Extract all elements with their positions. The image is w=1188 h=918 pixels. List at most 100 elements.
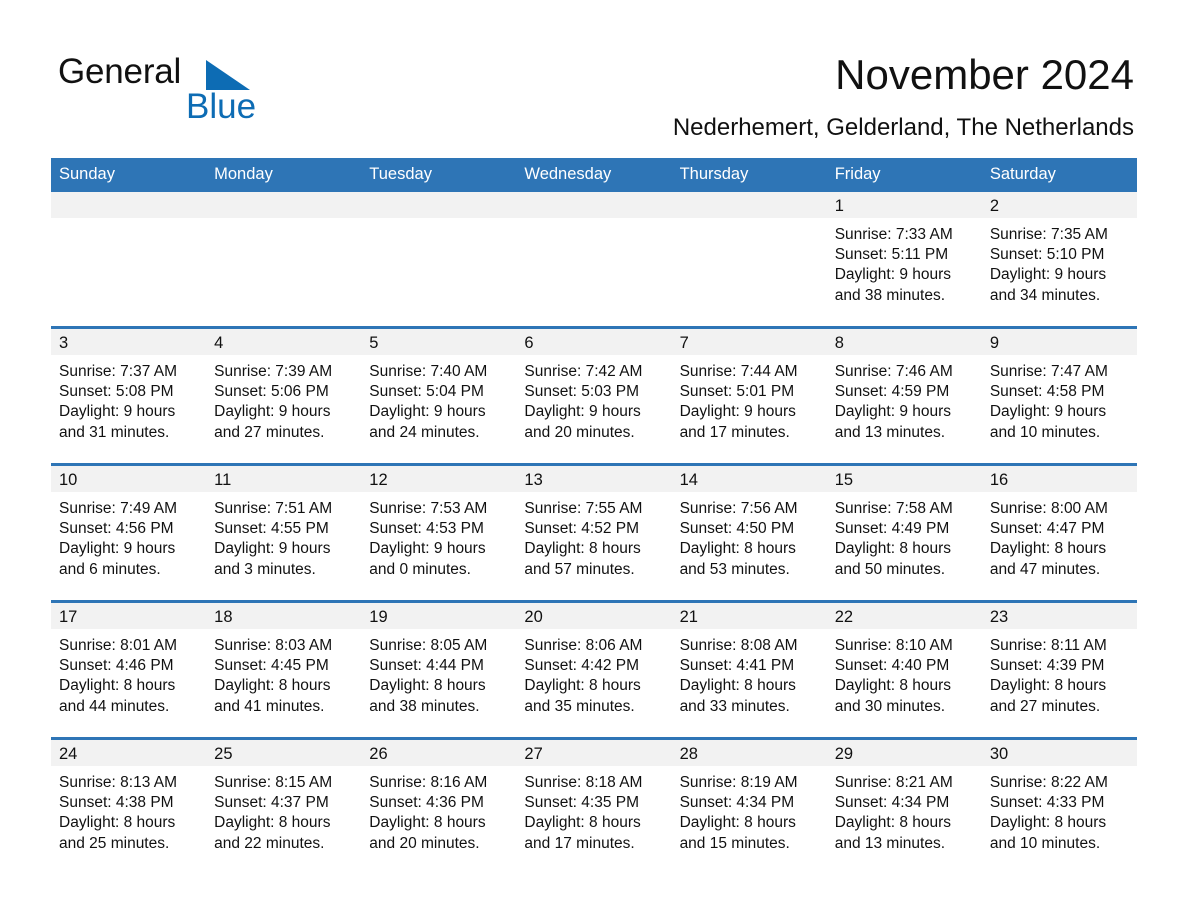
day-cell[interactable]: [51, 192, 207, 328]
sunrise-text: Sunrise: 7:33 AM: [834, 226, 953, 243]
day-number: 13: [516, 466, 672, 492]
day-cell[interactable]: 19 Sunrise: 8:05 AM Sunset: 4:44 PM Dayl…: [361, 600, 517, 739]
sunset-text: Sunset: 4:34 PM: [834, 794, 950, 812]
day-cell[interactable]: 9 Sunrise: 7:47 AM Sunset: 4:58 PM Dayli…: [981, 326, 1137, 465]
day-cell[interactable]: 28 Sunrise: 8:19 AM Sunset: 4:34 PM Dayl…: [671, 737, 827, 858]
day-number: 20: [516, 603, 672, 629]
day-cell[interactable]: 1 Sunrise: 7:33 AM Sunset: 5:11 PM Dayli…: [826, 192, 982, 328]
day-cell[interactable]: 18 Sunrise: 8:03 AM Sunset: 4:45 PM Dayl…: [206, 600, 362, 739]
daylight-text-line1: Daylight: 8 hours: [524, 814, 641, 832]
sunrise-text: Sunrise: 8:10 AM: [834, 637, 953, 654]
weekday-header-friday: Friday: [826, 158, 982, 192]
day-number: 10: [51, 466, 207, 492]
day-cell[interactable]: 26 Sunrise: 8:16 AM Sunset: 4:36 PM Dayl…: [361, 737, 517, 858]
day-number: 29: [826, 740, 982, 766]
day-cell[interactable]: 13 Sunrise: 7:55 AM Sunset: 4:52 PM Dayl…: [516, 463, 672, 602]
weekday-header-monday: Monday: [206, 158, 362, 192]
calendar-body: 1 Sunrise: 7:33 AM Sunset: 5:11 PM Dayli…: [51, 192, 1137, 858]
day-number: 12: [361, 466, 517, 492]
day-cell[interactable]: 27 Sunrise: 8:18 AM Sunset: 4:35 PM Dayl…: [516, 737, 672, 858]
sunset-text: Sunset: 4:41 PM: [679, 657, 795, 675]
weekday-header-thursday: Thursday: [671, 158, 827, 192]
day-cell[interactable]: 12 Sunrise: 7:53 AM Sunset: 4:53 PM Dayl…: [361, 463, 517, 602]
daylight-text-line1: Daylight: 8 hours: [679, 814, 796, 832]
sunrise-text: Sunrise: 8:18 AM: [524, 774, 643, 791]
day-number: 1: [826, 192, 982, 218]
daylight-text-line1: Daylight: 9 hours: [59, 403, 176, 421]
page-header: General Blue November 2024 Nederhemert, …: [0, 0, 1188, 150]
day-number: 26: [361, 740, 517, 766]
day-cell[interactable]: [516, 192, 672, 328]
day-number: 25: [206, 740, 362, 766]
daylight-text-line2: and 20 minutes.: [524, 423, 635, 441]
day-cell[interactable]: 10 Sunrise: 7:49 AM Sunset: 4:56 PM Dayl…: [51, 463, 207, 602]
sunset-text: Sunset: 5:10 PM: [989, 246, 1105, 264]
day-cell[interactable]: 11 Sunrise: 7:51 AM Sunset: 4:55 PM Dayl…: [206, 463, 362, 602]
daylight-text-line2: and 31 minutes.: [59, 423, 170, 441]
day-number: 16: [981, 466, 1137, 492]
daylight-text-line2: and 30 minutes.: [834, 697, 945, 715]
daylight-text-line2: and 41 minutes.: [214, 697, 325, 715]
daylight-text-line1: Daylight: 9 hours: [59, 540, 176, 558]
daylight-text-line2: and 35 minutes.: [524, 697, 635, 715]
day-cell[interactable]: 23 Sunrise: 8:11 AM Sunset: 4:39 PM Dayl…: [981, 600, 1137, 739]
day-cell[interactable]: 20 Sunrise: 8:06 AM Sunset: 4:42 PM Dayl…: [516, 600, 672, 739]
day-cell[interactable]: 22 Sunrise: 8:10 AM Sunset: 4:40 PM Dayl…: [826, 600, 982, 739]
day-cell[interactable]: 5 Sunrise: 7:40 AM Sunset: 5:04 PM Dayli…: [361, 326, 517, 465]
day-number: [206, 192, 362, 218]
day-cell[interactable]: 21 Sunrise: 8:08 AM Sunset: 4:41 PM Dayl…: [671, 600, 827, 739]
sunset-text: Sunset: 4:37 PM: [214, 794, 329, 812]
weekday-header-wednesday: Wednesday: [516, 158, 672, 192]
day-cell[interactable]: 16 Sunrise: 8:00 AM Sunset: 4:47 PM Dayl…: [981, 463, 1137, 602]
daylight-text-line2: and 17 minutes.: [524, 834, 635, 852]
day-cell[interactable]: 6 Sunrise: 7:42 AM Sunset: 5:03 PM Dayli…: [516, 326, 672, 465]
sunrise-text: Sunrise: 7:35 AM: [989, 226, 1108, 243]
day-cell[interactable]: 8 Sunrise: 7:46 AM Sunset: 4:59 PM Dayli…: [826, 326, 982, 465]
daylight-text-line2: and 50 minutes.: [834, 560, 945, 578]
sunrise-text: Sunrise: 8:13 AM: [59, 774, 178, 791]
calendar-week-row: 3 Sunrise: 7:37 AM Sunset: 5:08 PM Dayli…: [51, 326, 1137, 465]
day-cell[interactable]: 29 Sunrise: 8:21 AM Sunset: 4:34 PM Dayl…: [826, 737, 982, 858]
daylight-text-line1: Daylight: 9 hours: [834, 266, 952, 284]
sunset-text: Sunset: 4:38 PM: [59, 794, 174, 812]
sunrise-text: Sunrise: 8:05 AM: [369, 637, 488, 654]
daylight-text-line1: Daylight: 9 hours: [989, 403, 1107, 421]
daylight-text-line1: Daylight: 9 hours: [369, 540, 486, 558]
sunset-text: Sunset: 4:53 PM: [369, 520, 484, 538]
day-cell[interactable]: 15 Sunrise: 7:58 AM Sunset: 4:49 PM Dayl…: [826, 463, 982, 602]
calendar-week-row: 17 Sunrise: 8:01 AM Sunset: 4:46 PM Dayl…: [51, 600, 1137, 739]
sunset-text: Sunset: 5:08 PM: [59, 383, 174, 401]
weekday-header-saturday: Saturday: [981, 158, 1137, 192]
day-cell[interactable]: 4 Sunrise: 7:39 AM Sunset: 5:06 PM Dayli…: [206, 326, 362, 465]
day-cell[interactable]: [206, 192, 362, 328]
daylight-text-line1: Daylight: 8 hours: [834, 814, 952, 832]
daylight-text-line2: and 34 minutes.: [989, 286, 1101, 304]
daylight-text-line2: and 15 minutes.: [679, 834, 790, 852]
day-cell[interactable]: 25 Sunrise: 8:15 AM Sunset: 4:37 PM Dayl…: [206, 737, 362, 858]
daylight-text-line1: Daylight: 9 hours: [524, 403, 641, 421]
sunrise-text: Sunrise: 7:47 AM: [989, 363, 1108, 380]
day-cell[interactable]: 17 Sunrise: 8:01 AM Sunset: 4:46 PM Dayl…: [51, 600, 207, 739]
sunrise-text: Sunrise: 7:40 AM: [369, 363, 488, 380]
day-cell[interactable]: 14 Sunrise: 7:56 AM Sunset: 4:50 PM Dayl…: [671, 463, 827, 602]
sunset-text: Sunset: 4:50 PM: [679, 520, 795, 538]
day-cell[interactable]: 2 Sunrise: 7:35 AM Sunset: 5:10 PM Dayli…: [981, 192, 1137, 328]
day-cell[interactable]: [671, 192, 827, 328]
day-cell[interactable]: 7 Sunrise: 7:44 AM Sunset: 5:01 PM Dayli…: [671, 326, 827, 465]
daylight-text-line2: and 20 minutes.: [369, 834, 480, 852]
daylight-text-line2: and 44 minutes.: [59, 697, 170, 715]
day-number: 18: [206, 603, 362, 629]
daylight-text-line2: and 27 minutes.: [214, 423, 325, 441]
sunset-text: Sunset: 4:55 PM: [214, 520, 329, 538]
day-cell[interactable]: 24 Sunrise: 8:13 AM Sunset: 4:38 PM Dayl…: [51, 737, 207, 858]
sunset-text: Sunset: 4:33 PM: [989, 794, 1105, 812]
day-number: 30: [981, 740, 1137, 766]
day-cell[interactable]: 3 Sunrise: 7:37 AM Sunset: 5:08 PM Dayli…: [51, 326, 207, 465]
day-cell[interactable]: 30 Sunrise: 8:22 AM Sunset: 4:33 PM Dayl…: [981, 737, 1137, 858]
day-cell[interactable]: [361, 192, 517, 328]
daylight-text-line1: Daylight: 8 hours: [989, 814, 1107, 832]
daylight-text-line2: and 38 minutes.: [369, 697, 480, 715]
day-number: [51, 192, 207, 218]
sunrise-text: Sunrise: 8:11 AM: [989, 637, 1107, 654]
sunrise-text: Sunrise: 8:00 AM: [989, 500, 1108, 517]
